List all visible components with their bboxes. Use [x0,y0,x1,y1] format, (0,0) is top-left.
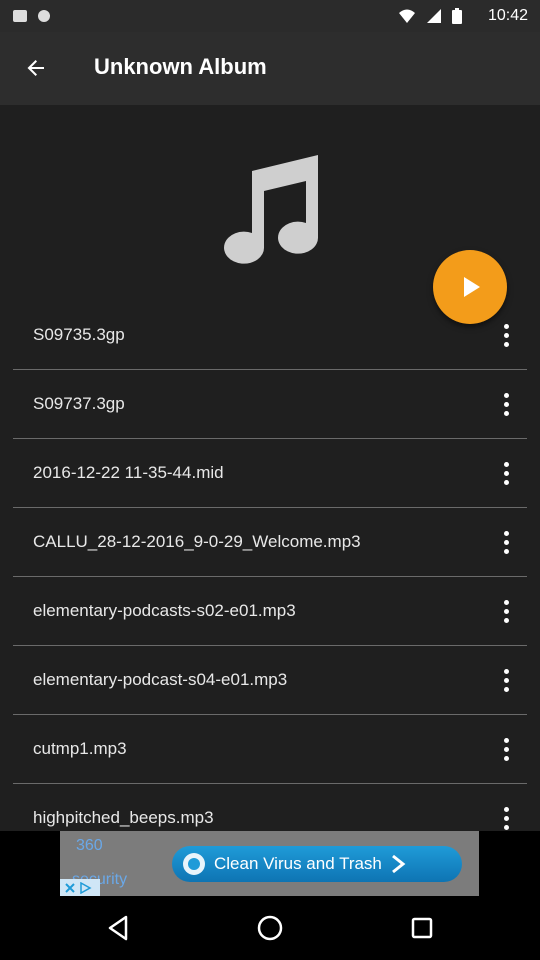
ad-banner[interactable]: 360 security Clean Virus and Trash [60,831,479,896]
nav-recents-button[interactable] [406,912,438,944]
notification-icon [13,10,27,22]
track-row[interactable]: highpitched_beeps.mp3 [0,784,540,831]
back-button[interactable] [16,48,56,88]
track-title: 2016-12-22 11-35-44.mid [33,463,224,482]
ad-brand-line1: 360 [76,837,103,854]
more-vert-icon[interactable] [494,664,518,696]
track-title: elementary-podcasts-s02-e01.mp3 [33,601,296,620]
triangle-back-icon [108,915,128,941]
track-title: S09737.3gp [33,394,125,413]
more-vert-icon[interactable] [494,457,518,489]
more-vert-icon[interactable] [494,319,518,351]
status-time: 10:42 [487,7,528,24]
more-vert-icon[interactable] [494,388,518,420]
app-bar: Unknown Album [0,32,540,105]
status-bar: 10:42 [0,0,540,32]
track-title: S09735.3gp [33,325,125,344]
more-vert-icon[interactable] [494,733,518,765]
album-content: S09735.3gp S09737.3gp 2016-12-22 11-35-4… [0,105,540,831]
nav-back-button[interactable] [102,912,134,944]
status-notifications [12,8,52,24]
system-nav-bar [0,896,540,960]
track-row[interactable]: S09735.3gp [0,301,540,370]
signal-icon [427,9,441,23]
more-vert-icon[interactable] [494,526,518,558]
close-icon [65,882,75,893]
shield-icon [183,853,205,875]
track-title: highpitched_beeps.mp3 [33,808,214,827]
square-recents-icon [411,917,433,939]
track-row[interactable]: elementary-podcast-s04-e01.mp3 [0,646,540,715]
track-list: S09735.3gp S09737.3gp 2016-12-22 11-35-4… [0,301,540,831]
notification-icon [38,10,50,22]
track-row[interactable]: CALLU_28-12-2016_9-0-29_Welcome.mp3 [0,508,540,577]
more-vert-icon[interactable] [494,595,518,627]
track-row[interactable]: cutmp1.mp3 [0,715,540,784]
play-icon [464,277,480,297]
more-vert-icon[interactable] [494,802,518,831]
music-note-icon [224,155,319,264]
nav-home-button[interactable] [254,912,286,944]
track-title: CALLU_28-12-2016_9-0-29_Welcome.mp3 [33,532,361,551]
adchoices-icon [80,881,92,894]
arrow-left-icon [27,60,44,76]
track-title: cutmp1.mp3 [33,739,127,758]
ad-clean-button[interactable]: Clean Virus and Trash [172,846,462,882]
chevron-right-icon [391,854,406,874]
track-title: elementary-podcast-s04-e01.mp3 [33,670,288,689]
wifi-icon [399,9,415,23]
track-row[interactable]: S09737.3gp [0,370,540,439]
battery-icon [452,8,462,24]
circle-home-icon [257,915,283,941]
track-row[interactable]: 2016-12-22 11-35-44.mid [0,439,540,508]
ad-button-label: Clean Virus and Trash [214,854,382,873]
status-icons [398,8,462,24]
track-row[interactable]: elementary-podcasts-s02-e01.mp3 [0,577,540,646]
ad-close-button[interactable] [60,879,100,896]
page-title: Unknown Album [94,54,267,79]
